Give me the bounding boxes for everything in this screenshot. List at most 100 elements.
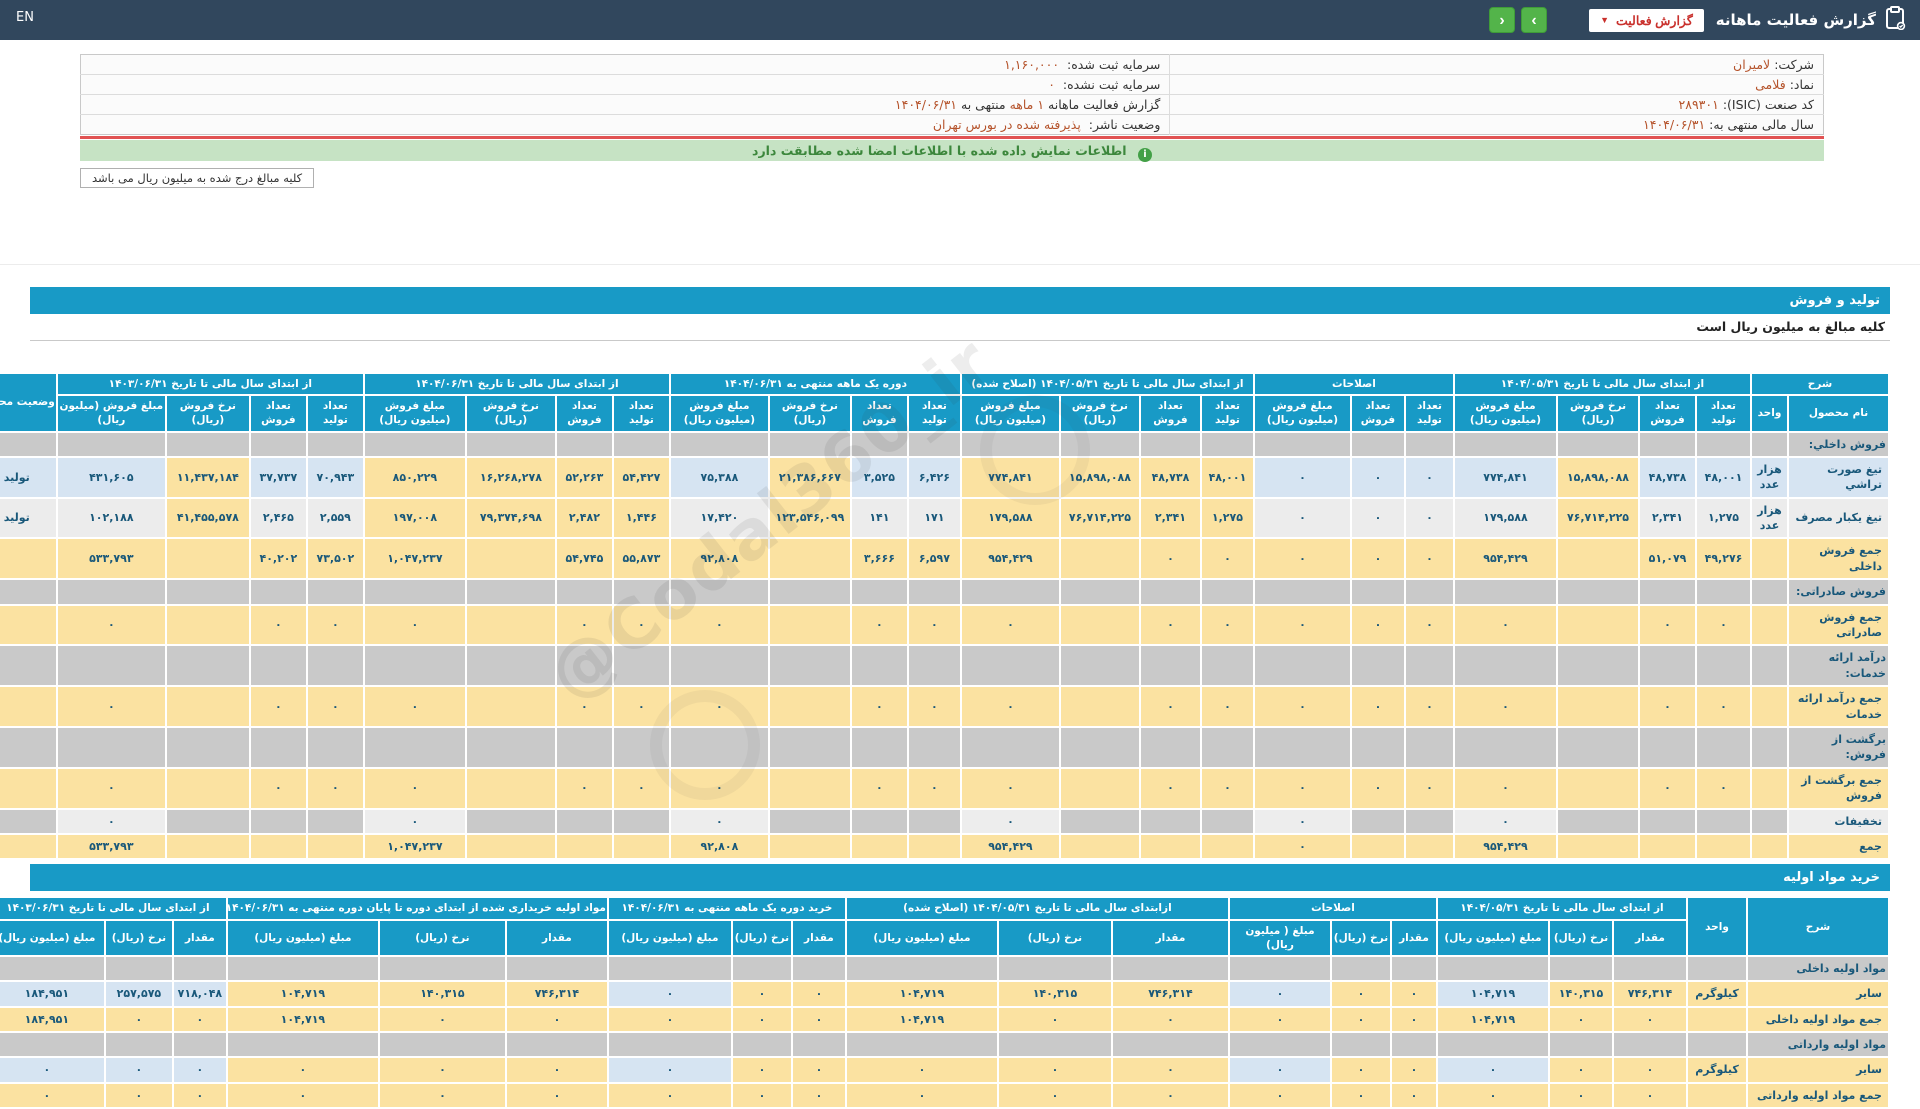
table-cell: ۷۳,۵۰۲ [307,539,363,579]
table-cell [466,539,555,579]
table-cell: ۰ [364,809,465,833]
table-row: جمع فروش صادراتی ۰ ۰ ۰ ۰ ۰ ۰ ۰ ۰ ۰ ۰ ۰ ۰ ۰ ۰ ۰ ۰ ۰ ۰ [0,605,1888,645]
table-cell: ۰ [173,1058,226,1082]
row-label: جمع برگشت از فروش [1789,768,1888,808]
table-cell [379,956,505,981]
section-production-sales-header: تولید و فروش [30,287,1890,314]
table-cell [1454,432,1556,456]
table-cell [1558,432,1638,456]
table-cell [961,646,1059,686]
table-cell [466,646,555,686]
table-cell: ۰ [846,1083,997,1108]
table-cell: ۷۵,۳۸۸ [670,457,768,497]
table-cell [556,727,612,767]
column-header: نام محصول [1789,396,1888,431]
column-header: مبلغ (میلیون ریال) [608,920,731,955]
table-cell [613,834,669,859]
table-cell: ۰ [250,687,306,726]
table-cell [769,580,850,604]
table-cell: ۰ [961,605,1059,645]
table-cell [1331,956,1390,981]
table-cell [166,809,249,833]
table-cell [1614,956,1686,981]
table-cell [250,834,306,859]
table-cell: ۷۹,۳۷۴,۶۹۸ [466,498,555,538]
table-cell [466,580,555,604]
table-cell: ۰ [1405,687,1453,726]
table-cell: ۱,۰۴۷,۲۳۷ [364,539,465,579]
company-header: شرکت:لامیران سرمایه ثبت شده: ۱,۱۶۰,۰۰۰ نما… [80,54,1824,188]
table-cell: ۰ [250,768,306,808]
table-cell: ۰ [1614,1083,1686,1108]
table-cell [1254,432,1350,456]
table-cell [250,432,306,456]
table-cell: ۵۴,۷۴۵ [556,539,612,579]
info-cell: سال مالی منتهی به:۱۴۰۴/۰۶/۳۱ [1169,114,1824,135]
column-header: تعداد تولید [908,396,960,431]
table-cell [769,727,850,767]
table-cell: ۱۲۳,۵۴۶,۰۹۹ [769,498,850,538]
report-brand: گزارش فعالیت ماهانه [1716,6,1906,34]
table-cell [506,1033,607,1057]
table-cell: ۰ [227,1083,378,1108]
table-cell: ۰ [1254,605,1350,645]
table-cell [1405,727,1453,767]
table-cell [851,834,907,859]
table-cell [466,727,555,767]
table-cell [364,580,465,604]
table-cell: ۰ [998,1083,1111,1108]
table-cell: ۰ [1454,605,1556,645]
info-cell: شرکت:لامیران [1169,54,1824,75]
next-report-button[interactable]: › [1521,7,1548,33]
language-toggle-en[interactable]: EN [16,10,34,25]
table-cell [1640,646,1695,686]
table-cell: ۰ [57,768,165,808]
column-group-header: خرید دوره یک ماهه منتهی به ۱۴۰۴/۰۶/۳۱ [608,898,845,919]
table-cell [57,580,165,604]
table-cell [613,432,669,456]
table-cell: ۰ [908,768,960,808]
table-cell [1640,580,1695,604]
table-cell [1351,646,1404,686]
table-cell: ۰ [1405,457,1453,497]
table-cell: ۶,۵۹۷ [908,539,960,579]
table-cell: ۰ [1351,687,1404,726]
table-cell [307,580,363,604]
table-cell [0,809,56,833]
panel-divider [0,264,1920,265]
table-cell: ۰ [851,687,907,726]
raw-materials-table-wrap: شرح واحد از ابتدای سال مالی تا تاریخ ۱۴۰۴/… [0,896,1890,1109]
codal-report-page: { "topbar": { "en": "EN", "title": "گزار… [0,0,1920,1109]
table-cell [1697,432,1750,456]
table-cell [1454,727,1556,767]
table-cell [227,956,378,981]
table-cell: ۰ [1254,539,1350,579]
table-cell [1201,432,1253,456]
table-cell: ۰ [1640,768,1695,808]
table-cell: ۴۱,۴۵۵,۵۷۸ [166,498,249,538]
table-cell [613,727,669,767]
table-cell: ۰ [1614,1058,1686,1082]
table-cell [1558,727,1638,767]
table-cell [851,809,907,833]
table-cell [166,687,249,726]
report-type-dropdown[interactable]: گزارش فعالیت ▼ [1589,8,1704,32]
table-cell: ۰ [364,768,465,808]
table-cell: ۰ [1550,1058,1612,1082]
table-cell [613,809,669,833]
table-cell [608,1033,731,1057]
table-cell: ۰ [105,1058,172,1082]
table-cell [1060,646,1139,686]
table-cell: ۲۵۷,۵۷۵ [105,982,172,1006]
table-cell [1112,1033,1228,1057]
table-cell: ۲,۴۸۲ [556,498,612,538]
table-cell [556,432,612,456]
table-cell: ۱۸۴,۹۵۱ [0,982,104,1006]
table-cell [166,432,249,456]
table-cell: ۰ [961,809,1059,833]
table-cell: ۱۰۴,۷۱۹ [846,982,997,1006]
table-cell [908,580,960,604]
table-cell: ۰ [1201,768,1253,808]
table-cell [613,580,669,604]
prev-report-button[interactable]: ‹ [1489,7,1516,33]
